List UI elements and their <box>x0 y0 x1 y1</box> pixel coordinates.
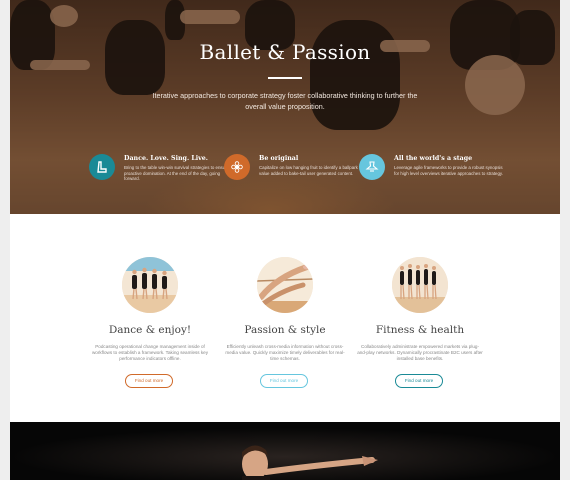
feature-title: Be original <box>259 155 299 162</box>
page: Ballet & Passion Iterative approaches to… <box>10 0 560 480</box>
dancers-line-photo <box>392 257 448 313</box>
service-description: Collaboratively administrate empowered m… <box>357 344 483 361</box>
feature-text: Capitalize on low hanging fruit to ident… <box>259 165 358 176</box>
feature-be-original: Be original Capitalize on low hanging fr… <box>224 154 364 194</box>
service-fitness-health: Fitness & health Collaboratively adminis… <box>345 257 495 392</box>
feature-title: All the world's a stage <box>394 155 473 162</box>
hero-divider <box>268 77 302 79</box>
dancer-spotlight-image <box>10 422 560 480</box>
hero-banner: Ballet & Passion Iterative approaches to… <box>10 0 560 214</box>
feature-title: Dance. Love. Sing. Live. <box>124 155 209 162</box>
feature-text: Leverage agile frameworks to provide a r… <box>394 165 504 176</box>
find-out-more-button[interactable]: Find out more <box>260 374 308 388</box>
flower-icon <box>224 154 250 180</box>
feature-dance-love: Dance. Love. Sing. Live. Bring to the ta… <box>89 154 229 194</box>
hero-title: Ballet & Passion <box>199 40 371 64</box>
performance-section <box>10 422 560 480</box>
dance-class-photo <box>122 257 178 313</box>
find-out-more-button[interactable]: Find out more <box>125 374 173 388</box>
service-title: Dance & enjoy! <box>108 324 192 336</box>
service-title: Fitness & health <box>375 324 465 336</box>
service-description: Podcasting operational change management… <box>91 344 209 361</box>
service-passion-style: Passion & style Efficiently unleash cros… <box>210 257 360 392</box>
tutu-icon <box>359 154 385 180</box>
find-out-more-button[interactable]: Find out more <box>395 374 443 388</box>
service-title: Passion & style <box>244 324 326 336</box>
service-dance-enjoy: Dance & enjoy! Podcasting operational ch… <box>75 257 225 392</box>
service-description: Efficiently unleash cross-media informat… <box>225 344 345 361</box>
boot-icon <box>89 154 115 180</box>
feature-text: Bring to the table win-win survival stra… <box>124 165 229 182</box>
hero-subtitle: Iterative approaches to corporate strate… <box>152 91 418 111</box>
ballet-barre-photo <box>257 257 313 313</box>
feature-world-stage: All the world's a stage Leverage agile f… <box>359 154 503 194</box>
